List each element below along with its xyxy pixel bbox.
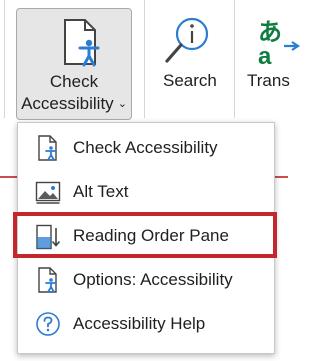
check-label-line2: Accessibility ⌄ — [21, 94, 127, 113]
menu-item-label: Options: Accessibility — [73, 270, 233, 289]
menu-item-label: Accessibility Help — [73, 314, 206, 333]
search-info-icon — [165, 17, 209, 63]
svg-text:あ: あ — [258, 19, 282, 46]
reading-order-icon — [36, 224, 61, 250]
search-button[interactable]: Search — [152, 8, 230, 108]
ribbon-separator — [144, 0, 145, 118]
accessibility-dropdown-menu: Check Accessibility Alt Text Reading Ord… — [13, 122, 277, 354]
accessibility-document-icon — [64, 19, 100, 67]
menu-item-check-accessibility[interactable]: Check Accessibility — [18, 126, 274, 170]
menu-item-accessibility-options[interactable]: Options: Accessibility — [18, 258, 274, 302]
ribbon-separator — [4, 0, 5, 118]
accessibility-doc-icon — [38, 135, 57, 161]
search-label: Search — [163, 71, 217, 90]
menu-item-label: Check Accessibility — [73, 138, 218, 157]
svg-text:a: a — [258, 43, 272, 66]
accessibility-options-icon — [38, 267, 57, 293]
translate-label: Trans — [247, 71, 290, 90]
menu-item-accessibility-help[interactable]: Accessibility Help — [18, 302, 274, 346]
menu-item-alt-text[interactable]: Alt Text — [18, 170, 274, 214]
menu-item-reading-order-pane[interactable]: Reading Order Pane — [13, 212, 277, 258]
help-circle-icon — [36, 312, 60, 336]
menu-item-label: Reading Order Pane — [73, 226, 229, 245]
alt-text-image-icon — [35, 181, 61, 204]
menu-item-label: Alt Text — [73, 182, 129, 201]
check-label-line1: Check — [49, 72, 99, 91]
translate-button[interactable]: あ a Trans — [246, 8, 306, 108]
chevron-down-icon: ⌄ — [117, 98, 127, 110]
check-accessibility-button[interactable]: Check Accessibility ⌄ — [16, 8, 132, 120]
translate-icon: あ a — [258, 19, 300, 66]
ribbon-separator — [234, 0, 235, 118]
